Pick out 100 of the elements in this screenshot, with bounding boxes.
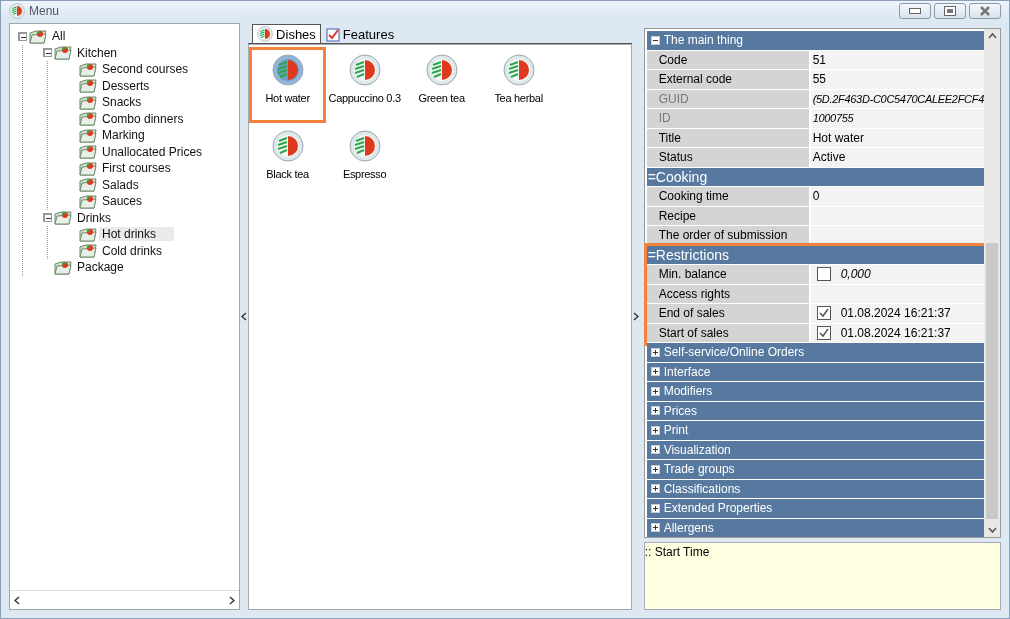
property-label: Access rights: [646, 284, 809, 303]
dish-icon: [271, 130, 304, 162]
collapse-icon[interactable]: [43, 48, 52, 58]
property-value[interactable]: Active: [812, 150, 846, 165]
property-label: Code: [646, 50, 809, 69]
expand-icon[interactable]: [650, 523, 660, 533]
tree-item[interactable]: Package: [74, 260, 127, 275]
app-icon: [9, 3, 25, 19]
tree-item[interactable]: All: [49, 29, 69, 44]
tree-item[interactable]: Desserts: [99, 78, 153, 93]
folder-icon: [79, 177, 97, 193]
expand-icon[interactable]: [650, 425, 660, 435]
tab[interactable]: Dishes: [252, 24, 321, 43]
expand-icon[interactable]: [650, 464, 660, 474]
checkbox[interactable]: [816, 267, 831, 282]
collapse-icon[interactable]: [18, 31, 27, 41]
section-header[interactable]: Modifiers: [646, 382, 984, 401]
tree-item[interactable]: Unallocated Prices: [99, 144, 206, 159]
tree-item[interactable]: Marking: [99, 128, 148, 143]
property-label: ID: [646, 109, 809, 128]
tree-item[interactable]: Kitchen: [74, 45, 121, 60]
tree-item[interactable]: First courses: [99, 161, 174, 176]
checkbox[interactable]: [816, 306, 831, 321]
dish-item[interactable]: Green tea: [403, 47, 481, 123]
section-header[interactable]: =Cooking: [646, 167, 984, 186]
property-label: End of sales: [646, 304, 809, 323]
section-header[interactable]: The main thing: [646, 31, 984, 50]
expand-icon[interactable]: [650, 445, 660, 455]
section-header[interactable]: Print: [646, 421, 984, 440]
dish-item[interactable]: Cappuccino 0.3: [326, 47, 404, 123]
tree-item[interactable]: Sauces: [99, 194, 146, 209]
property-label: Min. balance: [646, 265, 809, 284]
close-button[interactable]: [969, 3, 1001, 19]
section-header[interactable]: Classifications: [646, 479, 984, 498]
folder-icon: [79, 111, 97, 127]
expand-icon[interactable]: [650, 347, 660, 357]
dish-item[interactable]: Black tea: [249, 123, 327, 199]
property-value[interactable]: Hot water: [812, 130, 864, 145]
property-value[interactable]: 0: [812, 189, 820, 204]
expand-icon[interactable]: [650, 406, 660, 416]
section-header[interactable]: Visualization: [646, 440, 984, 459]
folder-icon: [79, 160, 97, 176]
folder-icon: [54, 259, 72, 275]
folder-icon: [79, 193, 97, 209]
property-label: The order of submission: [646, 226, 809, 245]
window-title: Menu: [29, 4, 60, 18]
dish-icon: [502, 54, 535, 86]
tree-item[interactable]: Salads: [99, 177, 142, 192]
section-header[interactable]: Extended Properties: [646, 499, 984, 518]
folder-icon: [29, 28, 47, 44]
property-label: Cooking time: [646, 187, 809, 206]
minimize-button[interactable]: [899, 3, 931, 19]
property-value[interactable]: 01.08.2024 16:21:37: [840, 306, 951, 321]
collapse-icon[interactable]: [650, 35, 660, 45]
close-icon: [980, 6, 990, 16]
folder-icon: [79, 78, 97, 94]
tree-item[interactable]: Drinks: [74, 210, 114, 225]
collapse-left-icon[interactable]: [241, 312, 248, 321]
tab[interactable]: Features: [320, 25, 400, 43]
dish-item[interactable]: Tea herbal: [480, 47, 558, 123]
tree-item[interactable]: Second courses: [99, 62, 192, 77]
maximize-button[interactable]: [934, 3, 966, 19]
scroll-right-icon[interactable]: [229, 595, 236, 605]
property-label: Status: [646, 148, 809, 167]
dish-item[interactable]: Hot water: [249, 47, 327, 123]
checkbox[interactable]: [816, 325, 831, 340]
expand-icon[interactable]: [650, 484, 660, 494]
dish-item[interactable]: Espresso: [326, 123, 404, 199]
expand-icon[interactable]: [650, 386, 660, 396]
tree-item[interactable]: Cold drinks: [99, 243, 166, 258]
section-header[interactable]: Prices: [646, 401, 984, 420]
expand-icon[interactable]: [650, 367, 660, 377]
property-value[interactable]: 01.08.2024 16:21:37: [840, 325, 951, 340]
folder-icon: [54, 210, 72, 226]
expand-icon[interactable]: [650, 503, 660, 513]
section-header[interactable]: Interface: [646, 362, 984, 381]
scroll-left-icon[interactable]: [14, 595, 20, 605]
section-header[interactable]: Trade groups: [646, 460, 984, 479]
property-label: Start of sales: [646, 323, 809, 342]
dish-icon: [348, 130, 381, 162]
property-label: Title: [646, 128, 809, 147]
collapse-icon[interactable]: [43, 213, 52, 223]
tree-item[interactable]: Combo dinners: [99, 111, 187, 126]
section-header[interactable]: Allergens: [646, 518, 984, 537]
tree-item[interactable]: Snacks: [99, 95, 145, 110]
scrollbar-thumb[interactable]: [986, 243, 998, 519]
dish-icon: [425, 54, 458, 86]
maximize-icon: [944, 6, 956, 16]
folder-icon: [79, 144, 97, 160]
section-header[interactable]: =Restrictions: [646, 245, 984, 264]
section-header[interactable]: Self-service/Online Orders: [646, 343, 984, 362]
property-label: Recipe: [646, 206, 809, 225]
tree-item[interactable]: Hot drinks: [99, 227, 175, 242]
folder-icon: [79, 226, 97, 242]
dish-icon: [271, 54, 304, 86]
collapse-right-icon[interactable]: [632, 312, 639, 321]
property-value[interactable]: 55: [812, 72, 826, 87]
property-value[interactable]: 51: [812, 52, 826, 67]
property-value[interactable]: 0,000: [840, 267, 871, 282]
folder-icon: [79, 127, 97, 143]
